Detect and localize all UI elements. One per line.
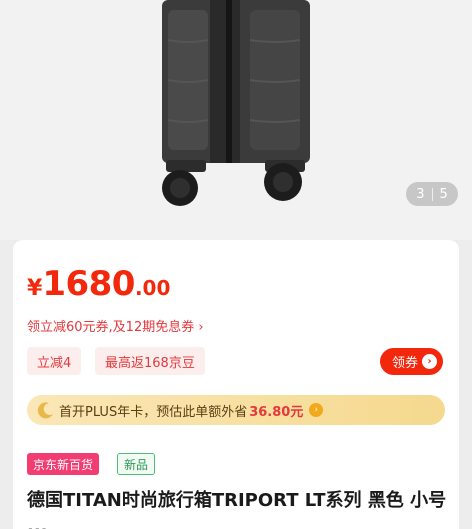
plus-saving-amount: 36.80元 (249, 404, 304, 420)
new-product-badge: 新品 (117, 453, 156, 475)
price-currency: ¥ (27, 276, 43, 301)
product-title: 德国TITAN时尚旅行箱TRIPORT LT系列 黑色 小号 ... (27, 490, 447, 529)
product-info-card: ¥1680.00 领立减60元券,及12期免息券 › 立减4 最高返168京豆 … (13, 240, 459, 529)
jingdou-tag: 最高返168京豆 (95, 347, 205, 375)
image-pager: 3 5 (406, 182, 458, 206)
price-decimal: .00 (134, 276, 171, 300)
product-image-gallery[interactable]: 3 5 (0, 0, 472, 240)
promo-link[interactable]: 领立减60元券,及12期免息券 › (27, 316, 204, 335)
pager-total: 5 (439, 186, 448, 202)
coupon-label: 领券 (391, 356, 418, 371)
price-integer: 1680 (42, 264, 135, 304)
coin-arrow-icon: › (309, 403, 324, 417)
get-coupon-button[interactable]: 领券 › (379, 348, 443, 375)
moon-icon (37, 402, 53, 419)
chevron-right-icon: › (422, 354, 437, 369)
plus-banner-text: 首开PLUS年卡，预估此单额外省 (59, 404, 248, 420)
price: ¥1680.00 (27, 264, 170, 304)
discount-tag: 立减4 (27, 347, 82, 375)
pager-current: 3 (416, 186, 425, 202)
plus-membership-banner[interactable]: 首开PLUS年卡，预估此单额外省 36.80元 › (27, 395, 445, 425)
suitcase-image (162, 0, 310, 206)
jd-new-department-badge: 京东新百货 (27, 453, 100, 475)
